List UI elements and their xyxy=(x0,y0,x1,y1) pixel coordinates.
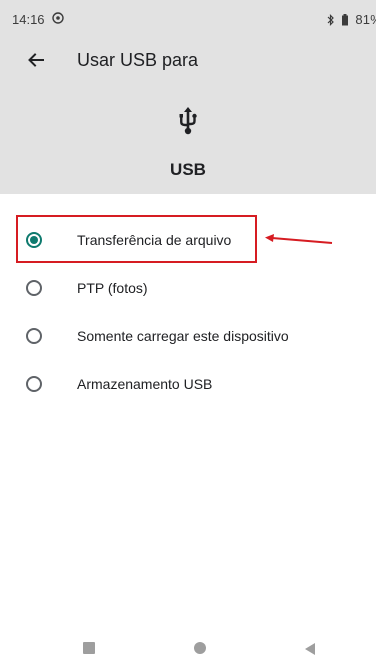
battery-icon xyxy=(342,13,349,25)
dnd-icon xyxy=(52,12,64,24)
option-label: PTP (fotos) xyxy=(77,280,148,296)
toolbar: Usar USB para xyxy=(0,34,376,84)
back-icon[interactable] xyxy=(303,642,317,656)
back-button[interactable] xyxy=(22,46,50,74)
option-label: Transferência de arquivo xyxy=(77,232,232,248)
navigation-bar xyxy=(0,630,376,665)
option-label: Somente carregar este dispositivo xyxy=(77,328,289,344)
option-usb-storage[interactable]: Armazenamento USB xyxy=(0,360,376,408)
annotation-arrow-icon xyxy=(265,234,333,244)
option-ptp[interactable]: PTP (fotos) xyxy=(0,264,376,312)
recents-icon[interactable] xyxy=(83,642,95,654)
status-right: 81% xyxy=(327,12,376,27)
radio-unselected-icon[interactable] xyxy=(26,280,42,296)
usb-icon xyxy=(179,107,197,135)
page-title: Usar USB para xyxy=(77,50,199,70)
bluetooth-icon xyxy=(327,13,335,26)
home-icon[interactable] xyxy=(194,642,206,654)
radio-unselected-icon[interactable] xyxy=(26,376,42,392)
option-charge-only[interactable]: Somente carregar este dispositivo xyxy=(0,312,376,360)
status-time: 14:16 xyxy=(12,12,45,27)
arrow-back-icon xyxy=(28,53,44,67)
option-label: Armazenamento USB xyxy=(77,376,213,392)
usb-label: USB xyxy=(170,160,206,179)
status-bar: 14:16 81% xyxy=(0,0,376,34)
battery-percent: 81% xyxy=(355,12,376,27)
radio-unselected-icon[interactable] xyxy=(26,328,42,344)
radio-selected-icon[interactable] xyxy=(26,232,42,248)
